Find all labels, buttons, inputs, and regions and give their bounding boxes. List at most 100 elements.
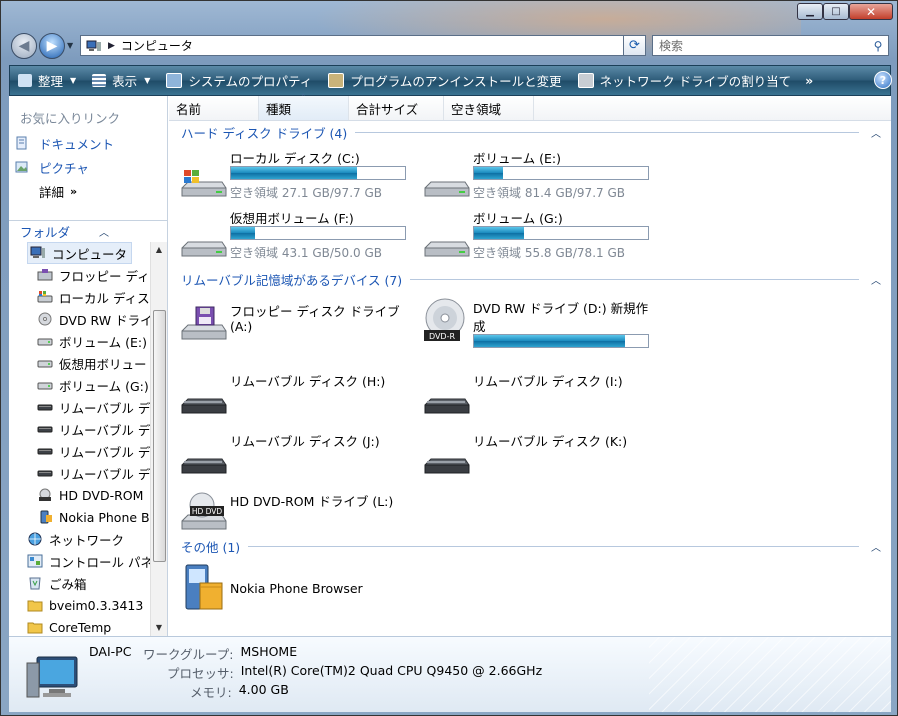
breadcrumb-separator[interactable]: ▶ [108, 41, 115, 51]
more-commands-button[interactable]: » [799, 66, 819, 95]
memory-label: メモリ: [190, 685, 232, 700]
computer-large-icon [26, 656, 78, 698]
usage-bar-fill [474, 227, 524, 239]
tree-item[interactable]: 仮想用ボリュー [37, 352, 147, 374]
tree-item-label: bveim0.3.3413 [49, 597, 144, 613]
tree-item-label: コンピュータ [52, 246, 128, 262]
tree-item-label: ボリューム (G:) [59, 378, 149, 394]
tree-item[interactable]: リムーバブル デ [37, 396, 150, 418]
organize-button[interactable]: 整理 ▼ [10, 66, 84, 95]
search-input[interactable]: 検索 [653, 37, 868, 54]
search-icon[interactable]: ⚲ [868, 39, 888, 53]
tree-item[interactable]: コンピュータ [27, 242, 133, 264]
tree-item-label: DVD RW ドライ [59, 312, 150, 328]
tree-item[interactable]: DVD RW ドライ [37, 308, 150, 330]
recycle-bin-icon [27, 576, 43, 590]
drive-name: ボリューム (G:) [473, 211, 563, 226]
workgroup-value: MSHOME [240, 644, 298, 659]
tree-item-label: Nokia Phone Br [59, 509, 150, 525]
tree-item-label: ローカル ディス [59, 290, 150, 306]
tree-item[interactable]: Nokia Phone Br [37, 506, 150, 528]
search-box[interactable]: 検索 ⚲ [652, 35, 889, 56]
collapse-icon[interactable]: ︿ [871, 539, 881, 554]
removable-icon [37, 400, 53, 414]
tree-item[interactable]: ごみ箱 [27, 572, 87, 594]
views-button[interactable]: 表示 ▼ [84, 66, 158, 95]
tree-item[interactable]: フロッピー ディ [37, 264, 150, 286]
network-icon [27, 532, 43, 546]
drive-name: HD DVD-ROM ドライブ (L:) [230, 494, 394, 509]
scroll-down-arrow[interactable]: ▼ [151, 620, 167, 636]
workgroup-label: ワークグループ: [143, 647, 234, 662]
collapse-icon[interactable]: ︿ [871, 272, 881, 287]
column-total-size[interactable]: 合計サイズ [349, 96, 444, 120]
usage-bar [473, 334, 649, 348]
collapse-icon[interactable]: ︿ [871, 125, 881, 140]
computer-icon [86, 40, 101, 51]
group-removable-storage[interactable]: リムーバブル記憶域があるデバイス (7) ︿ [181, 270, 881, 288]
folder-tree-scrollbar[interactable]: ▲ ▼ [150, 242, 167, 636]
tree-item[interactable]: リムーバブル デ [37, 440, 150, 462]
tree-item[interactable]: ボリューム (G:) [37, 374, 149, 396]
tree-item[interactable]: コントロール パネ [27, 550, 150, 572]
drive-icon [37, 356, 53, 370]
column-free-space[interactable]: 空き領域 [444, 96, 534, 120]
background-swoosh [649, 637, 891, 712]
group-hard-disk-drives[interactable]: ハード ディスク ドライブ (4) ︿ [181, 123, 881, 141]
tree-item-label: フロッピー ディ [59, 268, 150, 284]
tree-item-label: リムーバブル デ [59, 422, 150, 438]
drive-name-line2: (A:) [230, 319, 253, 334]
tree-item[interactable]: HD DVD-ROM [37, 484, 143, 506]
dvd-rw-icon: DVD-R [421, 298, 471, 342]
column-name[interactable]: 名前 [169, 96, 259, 120]
recent-pages-dropdown[interactable]: ▼ [67, 41, 73, 50]
command-bar: 整理 ▼ 表示 ▼ システムのプロパティ プログラムのアンインストールと変更 ネット… [9, 65, 892, 96]
removable-icon [37, 466, 53, 480]
tree-item-label: CoreTemp [49, 619, 112, 635]
minimize-button[interactable]: ▁ [797, 3, 823, 20]
removable-icon [37, 422, 53, 436]
tree-item[interactable]: CoreTemp [27, 616, 111, 636]
refresh-button[interactable]: ⟳ [623, 35, 646, 56]
windows-drive-icon [178, 160, 228, 204]
usage-bar [230, 226, 406, 240]
folders-header[interactable]: フォルダ ︿ [9, 220, 167, 241]
scroll-up-arrow[interactable]: ▲ [151, 242, 167, 258]
column-type[interactable]: 種類 ˆ [259, 94, 349, 120]
tree-item[interactable]: リムーバブル デ [37, 462, 150, 484]
column-headers: 名前 種類 ˆ 合計サイズ 空き領域 [169, 94, 891, 121]
back-button[interactable]: ◀ [11, 33, 37, 59]
tree-item[interactable]: ローカル ディス [37, 286, 150, 308]
favorite-pictures[interactable]: ピクチャ [15, 157, 89, 177]
favorite-documents[interactable]: ドキュメント [15, 133, 114, 153]
chevron-down-icon[interactable]: ︿ [88, 224, 167, 239]
address-text[interactable]: コンピュータ [121, 37, 627, 54]
pictures-icon [15, 161, 28, 173]
free-space-text: 空き領域 43.1 GB/50.0 GB [230, 246, 382, 260]
address-bar[interactable]: ▶ コンピュータ ▼ [80, 35, 646, 56]
help-button[interactable]: ? [874, 71, 892, 89]
tree-item[interactable]: ボリューム (E:) [37, 330, 147, 352]
floppy-icon [37, 268, 53, 282]
drive-name-line2: 成 [473, 319, 486, 334]
group-other[interactable]: その他 (1) ︿ [181, 537, 881, 555]
explorer-window: ▁ □ ✕ ◀ ▶ ▼ ▶ コンピュータ ▼ ⟳ 検索 ⚲ 整理▼ 表示▼ シス… [0, 0, 898, 716]
system-properties-button[interactable]: システムのプロパティ [158, 66, 320, 95]
maximize-button[interactable]: □ [823, 3, 849, 20]
map-network-drive-button[interactable]: ネットワーク ドライブの割り当て [570, 66, 799, 95]
uninstall-icon [328, 73, 345, 88]
tree-item[interactable]: リムーバブル デ [37, 418, 150, 440]
close-button[interactable]: ✕ [849, 3, 893, 20]
tree-item-label: リムーバブル デ [59, 400, 150, 416]
favorites-more-link[interactable]: 詳細 » [39, 181, 77, 201]
forward-button[interactable]: ▶ [39, 33, 65, 59]
free-space-text: 空き領域 27.1 GB/97.7 GB [230, 186, 382, 200]
scroll-thumb[interactable] [153, 310, 166, 562]
tree-item[interactable]: bveim0.3.3413 [27, 594, 143, 616]
tree-item[interactable]: ネットワーク [27, 528, 124, 550]
uninstall-program-button[interactable]: プログラムのアンインストールと変更 [320, 66, 569, 95]
nokia-phone-browser-icon [178, 563, 228, 610]
tree-item-label: 仮想用ボリュー [59, 356, 147, 372]
nokia-icon [37, 510, 53, 524]
computer-icon [30, 246, 46, 260]
